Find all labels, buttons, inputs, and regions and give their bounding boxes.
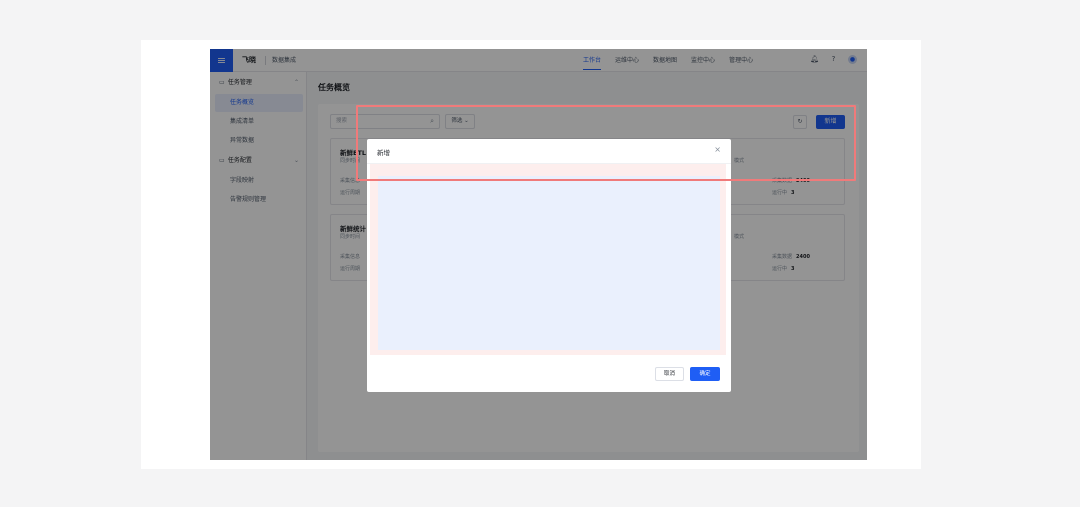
dialog-body-content — [378, 176, 720, 350]
cancel-button[interactable]: 取消 — [655, 367, 684, 381]
highlight-annotation — [356, 105, 856, 181]
confirm-button[interactable]: 确定 — [690, 367, 720, 381]
